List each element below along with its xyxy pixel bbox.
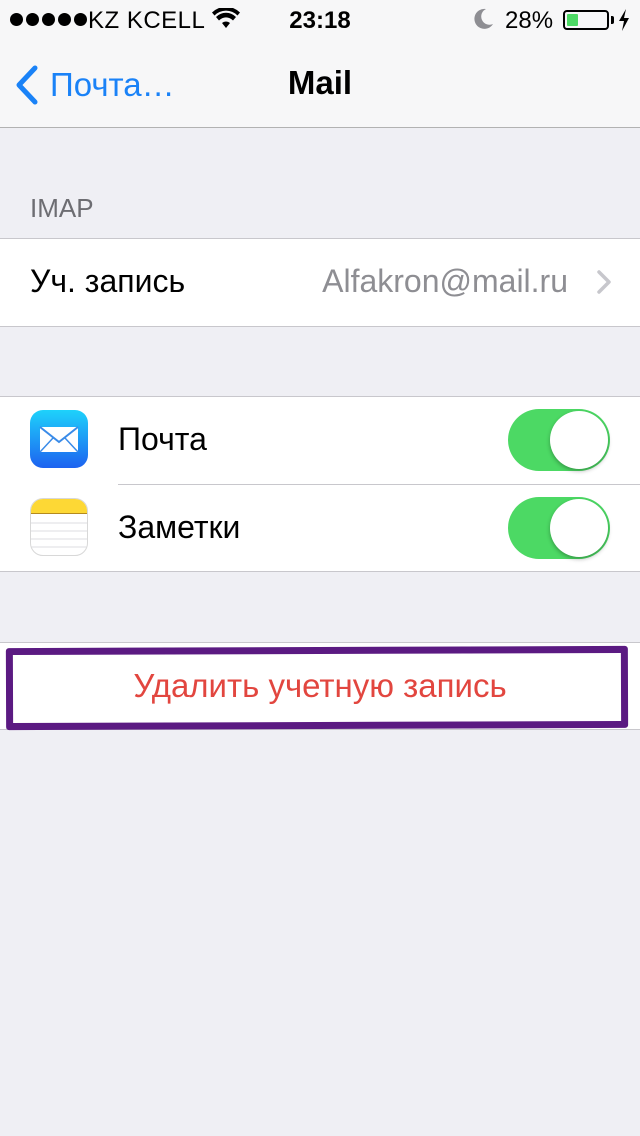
mail-toggle[interactable] <box>508 409 610 471</box>
page-title: Mail <box>287 64 353 101</box>
charging-bolt-icon <box>619 9 629 31</box>
status-bar: KZ KCELL 23:18 28% <box>0 0 640 40</box>
notes-toggle[interactable] <box>508 497 610 559</box>
section-header-imap: IMAP <box>30 193 94 223</box>
services-group: Почта Заметки <box>0 396 640 572</box>
service-row-notes: Заметки <box>0 485 640 572</box>
top-bar: KZ KCELL 23:18 28% Почта… Mail <box>0 0 640 128</box>
account-group: Уч. запись Alfakron@mail.ru <box>0 238 640 327</box>
battery-percent: 28% <box>505 7 554 34</box>
battery-icon <box>563 10 609 30</box>
chevron-right-icon <box>597 270 611 294</box>
account-row[interactable]: Уч. запись Alfakron@mail.ru <box>0 239 640 326</box>
toggle-knob <box>550 499 608 557</box>
delete-account-button[interactable]: Удалить учетную запись <box>0 642 640 730</box>
service-label-mail: Почта <box>118 421 207 457</box>
service-row-mail: Почта <box>0 397 640 484</box>
moon-icon <box>474 8 493 29</box>
account-label: Уч. запись <box>30 263 186 299</box>
account-value: Alfakron@mail.ru <box>322 263 568 299</box>
battery-tip <box>611 16 614 24</box>
notes-app-icon <box>30 498 88 556</box>
toggle-knob <box>550 411 608 469</box>
service-label-notes: Заметки <box>118 509 241 545</box>
battery-level <box>567 14 578 26</box>
delete-account-label: Удалить учетную запись <box>133 667 507 704</box>
mail-app-icon <box>30 410 88 468</box>
